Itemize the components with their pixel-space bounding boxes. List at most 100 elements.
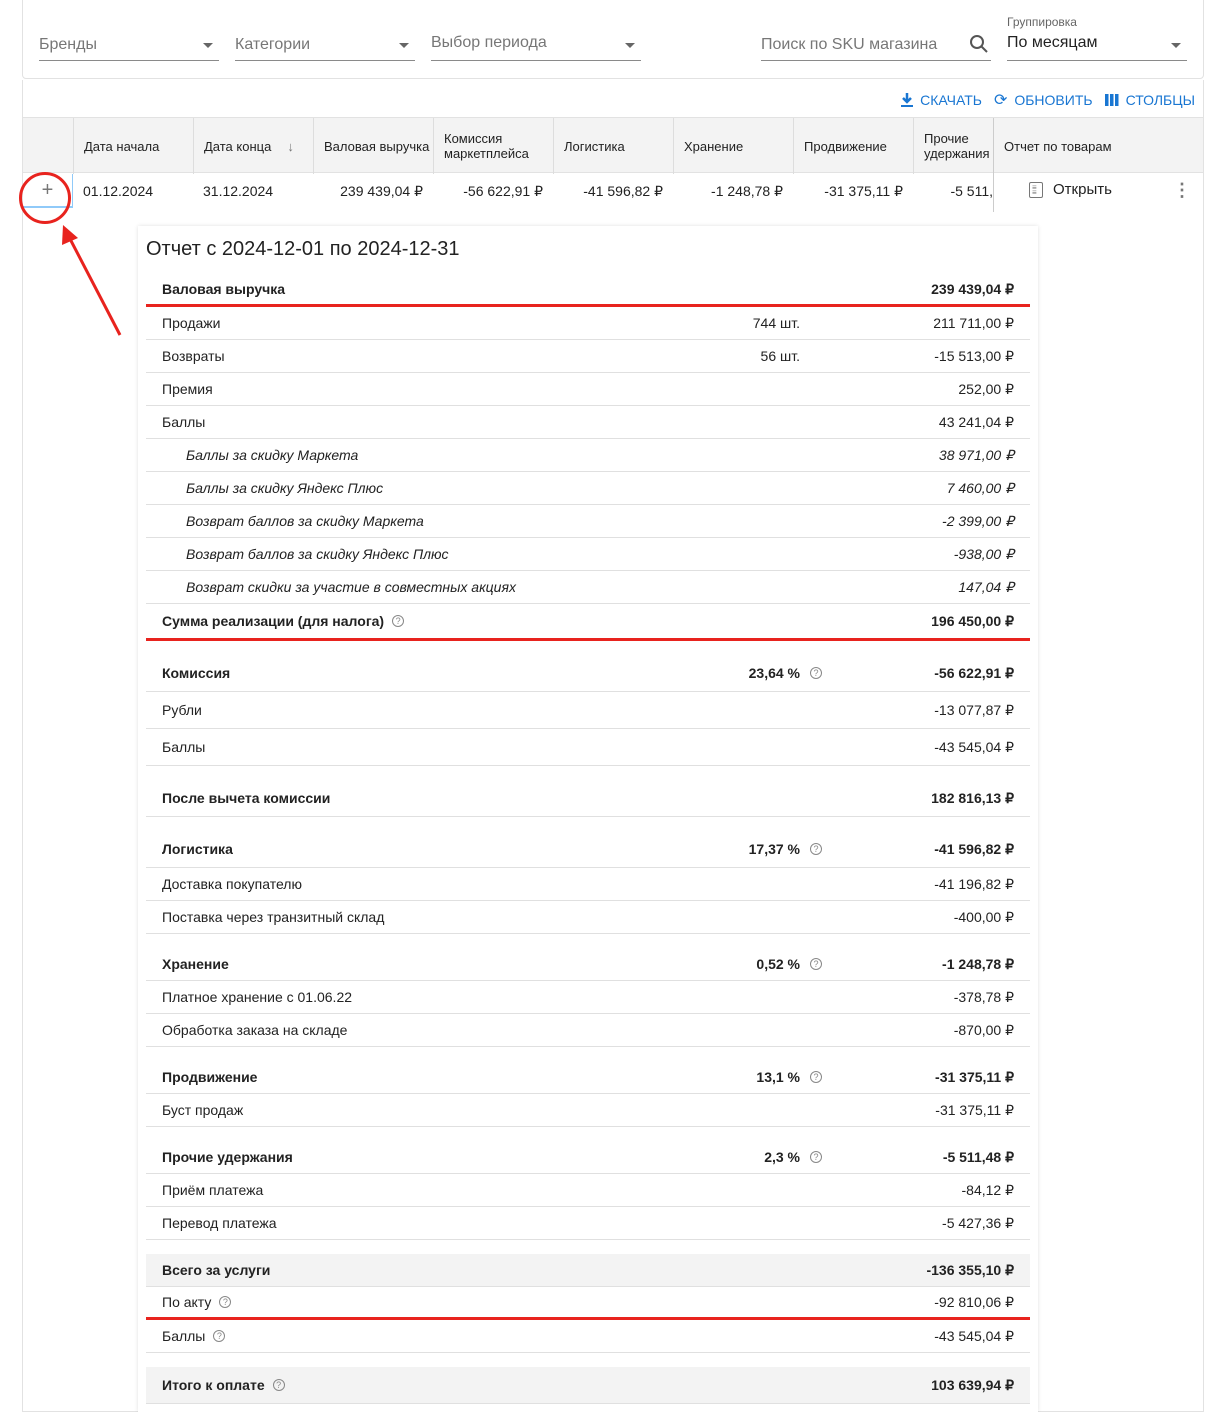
download-button[interactable]: СКАЧАТЬ [901,90,982,110]
report-row: Сумма реализации (для налога)? 196 450,00… [146,604,1030,641]
search-icon[interactable] [969,34,989,54]
row-value: -2 399,00 ₽ [942,512,1014,529]
row-label-text: Баллы [162,739,206,755]
cell-start-date: 01.12.2024 [83,183,154,199]
list-icon: ≡ ≡ [1029,181,1043,198]
report-row: Поставка через транзитный склад -400,00 ₽ [146,901,1030,934]
report-rows: Валовая выручка 239 439,04 ₽ Продажи 744 шт… [146,274,1030,1404]
report-row: Доставка покупателю -41 196,82 ₽ [146,868,1030,901]
row-value: -1 248,78 ₽ [942,955,1014,972]
refresh-button[interactable]: ⟳ ОБНОВИТЬ [994,90,1093,110]
row-label-text: Продажи [162,315,221,331]
report-row: Платное хранение с 01.06.22 -378,78 ₽ [146,981,1030,1014]
column-header[interactable]: Прочие удержания [913,118,993,174]
column-header[interactable]: Логистика [553,118,673,174]
report-row: Баллы за скидку Яндекс Плюс 7 460,00 ₽ [146,472,1030,505]
refresh-label: ОБНОВИТЬ [1014,92,1093,108]
row-label-text: Буст продаж [162,1102,244,1118]
refresh-icon: ⟳ [993,92,1008,109]
row-label-text: Баллы [162,1328,206,1344]
row-label: Баллы за скидку Яндекс Плюс [186,480,383,496]
help-icon[interactable]: ? [213,1330,226,1342]
report-title: Отчет с 2024-12-01 по 2024-12-31 [146,238,460,260]
report-row: Всего за услуги -136 355,10 ₽ [146,1254,1030,1287]
row-label-text: По акту [162,1294,212,1310]
grouping-select[interactable]: Группировка По месяцам [1007,15,1187,61]
download-label: СКАЧАТЬ [920,92,982,108]
row-value: 103 639,94 ₽ [931,1376,1014,1393]
report-row: Премия 252,00 ₽ [146,373,1030,406]
row-label: Продвижение [162,1069,257,1085]
brands-select[interactable]: Бренды [39,26,219,61]
cell-gross: 239 439,04 ₽ [340,183,423,199]
help-icon[interactable]: ? [810,958,822,970]
search-placeholder: Поиск по SKU магазина [761,36,938,53]
row-value: 252,00 ₽ [958,380,1014,397]
help-icon[interactable]: ? [272,1379,285,1391]
columns-button[interactable]: СТОЛБЦЫ [1104,90,1195,110]
row-value: -43 545,04 ₽ [934,738,1014,755]
report-row: Баллы за скидку Маркета 38 971,00 ₽ [146,439,1030,472]
row-value: -41 196,82 ₽ [934,875,1014,892]
categories-select[interactable]: Категории [235,26,415,61]
row-label: По акту? [162,1294,232,1310]
row-label: Сумма реализации (для налога)? [162,613,405,629]
row-value: -31 375,11 ₽ [935,1068,1014,1085]
columns-icon [1104,94,1119,106]
row-value: -15 513,00 ₽ [934,347,1014,364]
column-header[interactable]: Отчет по товарам [993,118,1113,174]
row-value: 239 439,04 ₽ [931,280,1014,297]
report-row: Возврат баллов за скидку Яндекс Плюс -938… [146,538,1030,571]
cell-promotion: -31 375,11 ₽ [824,183,903,199]
column-header-sorted[interactable]: Дата конца ↓ [193,118,313,174]
row-label: Баллы? [162,1328,226,1344]
column-header-label: Дата конца [204,138,272,154]
open-products-report-button[interactable]: ≡ ≡ Открыть [1029,181,1112,198]
row-percent-text: 17,37 % [748,841,800,857]
row-label: Обработка заказа на складе [162,1022,347,1038]
report-row: Продвижение 13,1 %? -31 375,11 ₽ [146,1061,1030,1094]
period-label: Выбор периода [431,34,547,51]
table-toolbar: СКАЧАТЬ ⟳ ОБНОВИТЬ СТОЛБЦЫ [901,90,1195,110]
row-label-text: Возврат скидки за участие в совместных а… [186,579,516,595]
row-label: Баллы [162,739,205,755]
row-label: Валовая выручка [162,281,285,297]
row-value: 7 460,00 ₽ [946,479,1014,496]
row-label-text: Доставка покупателю [162,876,302,892]
help-icon[interactable]: ? [219,1296,232,1308]
help-icon[interactable]: ? [810,1071,822,1083]
row-value: -870,00 ₽ [953,1021,1014,1038]
column-header[interactable]: Валовая выручка [313,118,433,174]
more-vert-icon[interactable]: ⋮ [1173,180,1191,201]
open-label: Открыть [1053,181,1112,198]
row-percent: 23,64 %? [749,665,822,681]
column-header[interactable]: Продвижение [793,118,913,174]
help-icon[interactable]: ? [810,843,822,855]
column-header[interactable]: Дата начала [73,118,193,174]
report-row: Перевод платежа -5 427,36 ₽ [146,1207,1030,1240]
report-row: Итого к оплате? 103 639,94 ₽ [146,1367,1030,1404]
help-icon[interactable]: ? [810,1151,822,1163]
row-value: -84,12 ₽ [961,1181,1015,1198]
cell-storage: -1 248,78 ₽ [711,183,783,199]
column-header[interactable]: Комиссия маркетплейса [433,118,553,174]
report-detail-panel: Отчет с 2024-12-01 по 2024-12-31 Валовая… [138,226,1038,1412]
chevron-down-icon [399,43,409,48]
filter-bar: Бренды Категории Выбор периода Поиск по … [22,0,1204,79]
help-icon[interactable]: ? [810,667,822,679]
row-label: Буст продаж [162,1102,243,1118]
row-label: Платное хранение с 01.06.22 [162,989,352,1005]
row-label-text: Премия [162,381,213,397]
row-value: -43 545,04 ₽ [934,1327,1014,1344]
column-header[interactable]: Хранение [673,118,793,174]
report-row: Комиссия 23,64 %? -56 622,91 ₽ [146,655,1030,692]
cell-commission: -56 622,91 ₽ [463,183,543,199]
help-icon[interactable]: ? [392,615,405,627]
row-label-text: Перевод платежа [162,1215,277,1231]
row-value: -5 427,36 ₽ [942,1214,1014,1231]
period-select[interactable]: Выбор периода [431,26,641,61]
sku-search-input[interactable]: Поиск по SKU магазина [761,26,991,61]
